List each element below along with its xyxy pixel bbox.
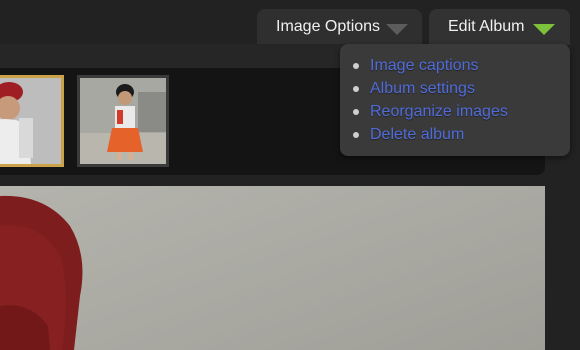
bullet-icon <box>353 109 359 115</box>
image-options-button[interactable]: Image Options <box>257 9 422 45</box>
image-options-label: Image Options <box>276 18 381 35</box>
chevron-down-icon <box>386 24 408 35</box>
menu-item-album-settings[interactable]: Album settings <box>352 77 570 100</box>
menu-item-reorganize-images[interactable]: Reorganize images <box>352 100 570 123</box>
main-photo-image <box>0 195 83 350</box>
bullet-icon <box>353 132 359 138</box>
chevron-down-icon <box>533 24 555 35</box>
bullet-icon <box>353 86 359 92</box>
thumbnail-selected[interactable] <box>0 75 64 167</box>
thumbnail-image <box>0 78 61 164</box>
edit-album-label: Edit Album <box>448 18 525 35</box>
thumbnail-image <box>80 78 166 164</box>
album-viewer: Image Options Edit Album Image captions … <box>0 0 580 350</box>
delete-album-link[interactable]: Delete album <box>370 126 464 143</box>
image-captions-link[interactable]: Image captions <box>370 57 479 74</box>
main-photo[interactable] <box>0 186 545 350</box>
edit-album-menu: Image captions Album settings Reorganize… <box>340 44 570 146</box>
reorganize-images-link[interactable]: Reorganize images <box>370 103 508 120</box>
menu-item-delete-album[interactable]: Delete album <box>352 123 570 146</box>
edit-album-dropdown: Image captions Album settings Reorganize… <box>340 44 570 156</box>
thumbnail[interactable] <box>77 75 169 167</box>
bullet-icon <box>353 63 359 69</box>
album-settings-link[interactable]: Album settings <box>370 80 475 97</box>
menu-item-image-captions[interactable]: Image captions <box>352 54 570 77</box>
edit-album-button[interactable]: Edit Album <box>429 9 570 45</box>
